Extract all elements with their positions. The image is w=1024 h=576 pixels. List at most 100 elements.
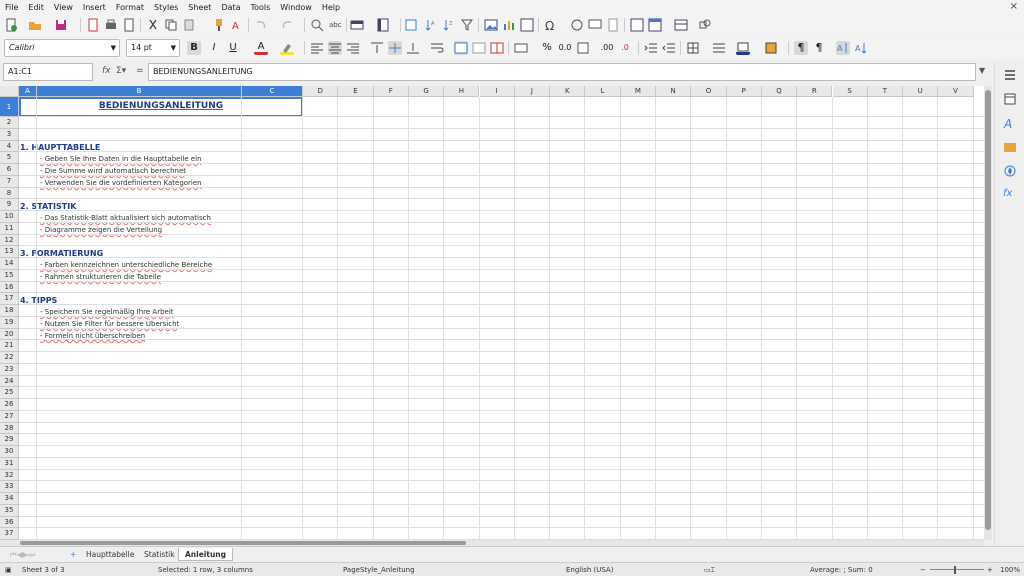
column-header-l[interactable]: L [585,86,621,97]
clear-formatting-icon[interactable]: A [230,18,244,32]
sum-icon[interactable]: Σ▾ [116,66,126,76]
add-decimal-icon[interactable]: .00 [600,41,614,55]
selection-mode-icon[interactable]: ▭⌶ [704,566,715,575]
align-center-icon[interactable] [328,41,342,55]
column-header-p[interactable]: P [726,86,762,97]
column-header-c[interactable]: C [242,86,303,97]
cut-icon[interactable] [146,18,160,32]
percent-format-icon[interactable]: % [540,41,554,55]
row-header-7[interactable]: 7 [0,175,19,188]
increase-indent-icon[interactable] [644,41,658,55]
menu-item-edit[interactable]: Edit [23,3,49,12]
row-header-1[interactable]: 1 [0,97,19,117]
row-header-17[interactable]: 17 [0,293,19,305]
show-draw-functions-icon[interactable] [698,18,712,32]
functions-icon[interactable]: fx [1003,188,1017,202]
column-header-a[interactable]: A [19,86,37,97]
row-header-25[interactable]: 25 [0,387,19,399]
scrollbar-thumb[interactable] [20,541,466,545]
row-header-15[interactable]: 15 [0,269,19,282]
column-header-o[interactable]: O [691,86,727,97]
borders-icon[interactable] [686,41,700,55]
language[interactable]: English (USA) [566,566,613,574]
pivot-table-icon[interactable] [520,18,534,32]
zoom-out-icon[interactable]: − [920,566,926,574]
row-header-12[interactable]: 12 [0,234,19,247]
column-header-e[interactable]: E [338,86,374,97]
gallery-icon[interactable] [1003,140,1017,154]
special-character-icon[interactable]: Ω [544,18,558,33]
navigator-icon[interactable] [1003,164,1017,178]
font-size-box[interactable]: 14 pt ▼ [126,39,180,57]
menu-item-insert[interactable]: Insert [78,3,111,12]
row-header-24[interactable]: 24 [0,375,19,388]
row-header-26[interactable]: 26 [0,399,19,411]
column-header-u[interactable]: U [903,86,939,97]
row-header-29[interactable]: 29 [0,434,19,446]
row-header-27[interactable]: 27 [0,410,19,423]
paste-icon[interactable] [182,18,196,32]
formula-icon[interactable]: = [136,66,144,76]
column-header-d[interactable]: D [303,86,339,97]
wrap-text-icon[interactable] [430,41,444,55]
row-header-22[interactable]: 22 [0,352,19,364]
new-document-icon[interactable] [4,18,18,32]
row-header-6[interactable]: 6 [0,164,19,176]
row-header-13[interactable]: 13 [0,246,19,258]
vertical-text-icon[interactable]: A [854,41,868,55]
align-right-icon[interactable] [346,41,360,55]
row-header-34[interactable]: 34 [0,493,19,505]
properties-icon[interactable] [1003,92,1017,106]
redo-icon[interactable] [280,18,294,32]
print-preview-icon[interactable] [122,18,136,32]
open-icon[interactable] [28,18,42,32]
text-orientation-icon[interactable]: A [836,41,850,55]
merge-center-icon[interactable] [454,41,468,55]
column-header-f[interactable]: F [373,86,409,97]
clone-formatting-icon[interactable] [212,18,226,32]
menu-item-sheet[interactable]: Sheet [183,3,216,12]
row-header-20[interactable]: 20 [0,328,19,341]
row-header-31[interactable]: 31 [0,457,19,470]
vertical-scrollbar[interactable] [984,86,992,540]
border-style-icon[interactable] [712,41,726,55]
column-header-v[interactable]: V [938,86,974,97]
page-style[interactable]: PageStyle_Anleitung [343,566,415,574]
summary[interactable]: Average: ; Sum: 0 [810,566,873,574]
border-color-icon[interactable] [736,41,750,55]
cell-title[interactable]: BEDIENUNGSANLEITUNG [19,101,303,111]
menu-item-help[interactable]: Help [317,3,345,12]
define-print-area-icon[interactable] [630,18,644,32]
left-to-right-icon[interactable]: ¶ [794,41,808,55]
row-header-37[interactable]: 37 [0,528,19,540]
row-header-5[interactable]: 5 [0,152,19,164]
export-pdf-icon[interactable] [86,18,100,32]
font-color-icon[interactable]: A [254,41,268,55]
zoom-slider[interactable] [930,569,984,570]
column-header-t[interactable]: T [867,86,904,97]
right-to-left-icon[interactable]: ¶ [812,41,826,55]
row-header-19[interactable]: 19 [0,316,19,329]
row-header-32[interactable]: 32 [0,469,19,482]
column-header-s[interactable]: S [832,86,868,97]
row-header-4[interactable]: 4 [0,140,19,153]
tab-navigation-icon[interactable]: ⏮◀▶⏭ [4,548,41,561]
row-header-11[interactable]: 11 [0,222,19,235]
menu-item-window[interactable]: Window [275,3,317,12]
row-header-16[interactable]: 16 [0,281,19,294]
row-header-3[interactable]: 3 [0,128,19,141]
column-header-n[interactable]: N [656,86,692,97]
undo-icon[interactable] [254,18,268,32]
column-icon[interactable] [376,18,390,32]
decrease-indent-icon[interactable] [662,41,676,55]
zoom-level[interactable]: 100% [1000,566,1020,574]
merge-cells-icon[interactable] [472,41,486,55]
scrollbar-thumb[interactable] [985,90,991,530]
split-window-icon[interactable] [674,18,688,32]
highlight-color-icon[interactable] [280,41,294,55]
save-icon[interactable] [54,18,68,32]
column-header-m[interactable]: M [620,86,656,97]
row-header-10[interactable]: 10 [0,211,19,223]
tab-statistik[interactable]: Statistik [138,548,181,561]
styles-icon[interactable]: A [1003,116,1017,131]
